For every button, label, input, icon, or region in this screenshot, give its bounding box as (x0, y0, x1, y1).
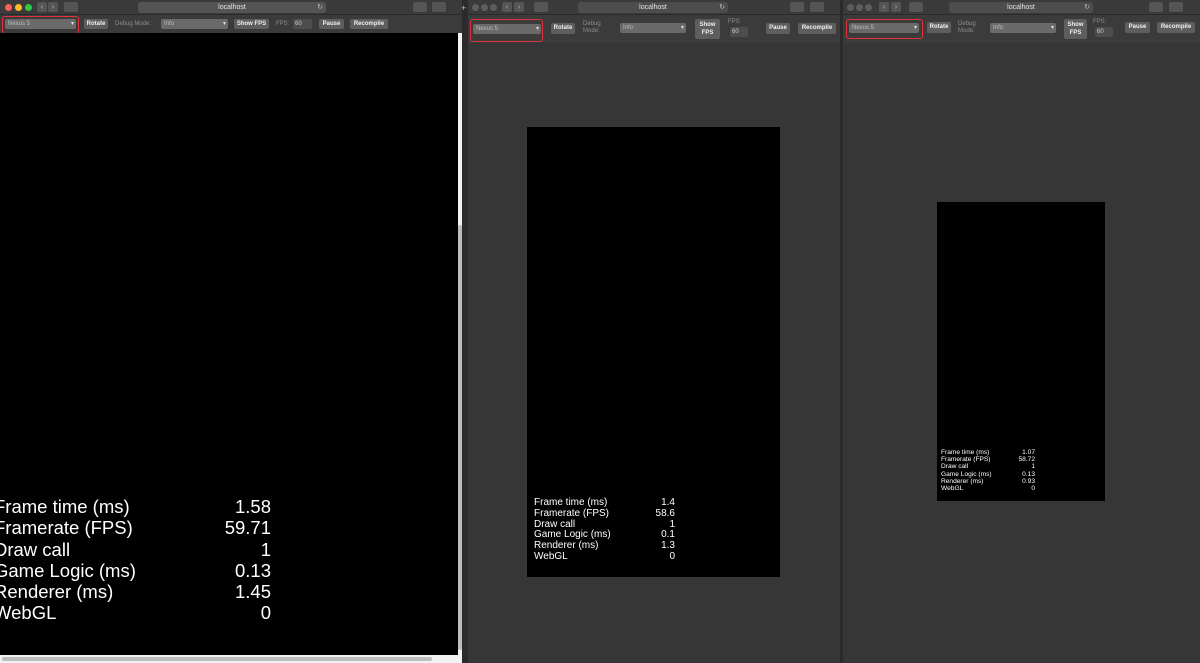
pause-button[interactable]: Pause (1125, 22, 1150, 33)
debug-mode-select[interactable]: Info ▾ (161, 19, 228, 29)
stats-panel: Frame time (ms) 1.4 Framerate (FPS) 58.6 D… (534, 497, 675, 562)
minimize-window-button[interactable] (15, 4, 22, 11)
recompile-button[interactable]: Recompile (1157, 22, 1195, 33)
address-bar[interactable]: localhost ↻ (138, 2, 326, 13)
show-fps-button[interactable]: Show FPS (695, 19, 720, 39)
debug-mode-select[interactable]: Info ▾ (620, 23, 686, 33)
address-bar[interactable]: localhost ↻ (949, 2, 1093, 13)
chevron-down-icon: ▾ (222, 21, 226, 27)
reload-icon[interactable]: ↻ (719, 2, 725, 13)
fps-input[interactable]: 60 (293, 19, 312, 29)
new-tab-icon[interactable]: + (461, 3, 466, 13)
address-text: localhost (639, 4, 667, 11)
forward-icon[interactable]: › (891, 2, 901, 12)
reload-icon[interactable]: ↻ (317, 2, 323, 13)
maximize-window-button[interactable] (865, 4, 872, 11)
share-icon[interactable] (1149, 2, 1163, 12)
sidebar-icon[interactable] (909, 2, 923, 12)
debug-mode-label: Debug Mode: (583, 21, 601, 34)
pause-button[interactable]: Pause (766, 23, 790, 34)
title-bar: ‹ › localhost ↻ (843, 0, 1200, 15)
minimize-window-button[interactable] (856, 4, 863, 11)
address-bar[interactable]: localhost ↻ (578, 2, 728, 13)
stat-row: Game Logic (ms) 0.1 (534, 529, 675, 541)
share-icon[interactable] (790, 2, 804, 12)
stat-row: Draw call 1 (534, 518, 675, 530)
stat-row: Game Logic (ms) 0.13 (941, 470, 1035, 478)
preview-toolbar: Nexus 5 ▾ Rotate Debug Mode: Info ▾ Show… (468, 15, 840, 43)
chevron-down-icon: ▾ (680, 25, 684, 31)
stat-row: WebGL 0 (941, 484, 1035, 492)
sidebar-icon[interactable] (64, 2, 78, 12)
preview-toolbar: Nexus 5 ▾ Rotate Debug Mode: Info ▾ Show… (0, 15, 462, 34)
forward-icon[interactable]: › (514, 2, 524, 12)
stat-row: Draw call 1 (941, 463, 1035, 471)
show-fps-button[interactable]: Show FPS (1064, 19, 1087, 39)
forward-icon[interactable]: › (48, 2, 58, 12)
stat-row: Frame time (ms) 1.58 (0, 496, 271, 517)
fps-label: FPS: (1093, 19, 1107, 25)
debug-mode-label: Debug Mode: (958, 21, 976, 34)
show-fps-button[interactable]: Show FPS (234, 19, 269, 29)
tabs-icon[interactable] (810, 2, 824, 12)
debug-mode-label: Debug Mode: (115, 21, 152, 27)
close-window-button[interactable] (5, 4, 12, 11)
tabs-icon[interactable] (432, 2, 446, 12)
debug-mode-select[interactable]: Info ▾ (990, 23, 1056, 33)
stat-row: Framerate (FPS) 59.71 (0, 517, 271, 539)
stat-row: Framerate (FPS) 58.6 (534, 507, 675, 519)
close-window-button[interactable] (847, 4, 854, 11)
stat-row: Renderer (ms) 1.45 (0, 581, 271, 603)
chevron-down-icon: ▾ (1050, 25, 1054, 31)
browser-window-middle: ‹ › localhost ↻ Nexus 5 ▾ Rotate Debug M… (468, 0, 840, 663)
stat-row: WebGL 0 (0, 602, 271, 624)
device-select-highlight (2, 16, 79, 34)
stat-row: Framerate (FPS) 58.72 (941, 456, 1035, 464)
fps-label: FPS: (728, 19, 742, 25)
tabs-icon[interactable] (1169, 2, 1183, 12)
title-bar: ‹ › localhost ↻ (0, 0, 462, 15)
minimize-window-button[interactable] (481, 4, 488, 11)
maximize-window-button[interactable] (25, 4, 32, 11)
fps-input[interactable]: 60 (730, 27, 748, 37)
maximize-window-button[interactable] (490, 4, 497, 11)
share-icon[interactable] (413, 2, 427, 12)
fps-label: FPS: (276, 21, 290, 27)
stats-panel: Frame time (ms) 1.58 Framerate (FPS) 59.71… (0, 496, 271, 624)
back-icon[interactable]: ‹ (502, 2, 512, 12)
stat-row: Renderer (ms) 0.93 (941, 477, 1035, 485)
horizontal-scrollbar[interactable] (2, 657, 432, 661)
stat-row: Draw call 1 (0, 538, 271, 560)
close-window-button[interactable] (472, 4, 479, 11)
browser-window-right: ‹ › localhost ↻ Nexus 5 ▾ Rotate Debug M… (843, 0, 1200, 663)
stat-row: Frame time (ms) 1.07 (941, 449, 1035, 456)
recompile-button[interactable]: Recompile (798, 23, 836, 34)
rotate-button[interactable]: Rotate (927, 22, 951, 33)
device-select-highlight (470, 19, 543, 42)
stat-row: Frame time (ms) 1.4 (534, 497, 675, 508)
title-bar: ‹ › localhost ↻ (468, 0, 840, 15)
address-text: localhost (218, 4, 246, 11)
fps-input[interactable]: 60 (1095, 27, 1113, 37)
stat-row: Renderer (ms) 1.3 (534, 540, 675, 552)
device-select-highlight (846, 19, 923, 39)
recompile-button[interactable]: Recompile (350, 19, 388, 29)
address-text: localhost (1007, 4, 1035, 11)
back-icon[interactable]: ‹ (879, 2, 889, 12)
rotate-button[interactable]: Rotate (84, 19, 108, 29)
preview-toolbar: Nexus 5 ▾ Rotate Debug Mode: Info ▾ Show… (843, 15, 1200, 43)
stat-row: Game Logic (ms) 0.13 (0, 559, 271, 581)
back-icon[interactable]: ‹ (37, 2, 47, 12)
reload-icon[interactable]: ↻ (1084, 2, 1090, 13)
rotate-button[interactable]: Rotate (551, 23, 575, 34)
stats-panel: Frame time (ms) 1.07 Framerate (FPS) 58.72… (941, 449, 1035, 492)
sidebar-icon[interactable] (534, 2, 548, 12)
pause-button[interactable]: Pause (319, 19, 344, 29)
browser-window-left: ‹ › localhost ↻ Nexus 5 ▾ Rotate Debug M… (0, 0, 462, 663)
stat-row: WebGL 0 (534, 550, 675, 562)
